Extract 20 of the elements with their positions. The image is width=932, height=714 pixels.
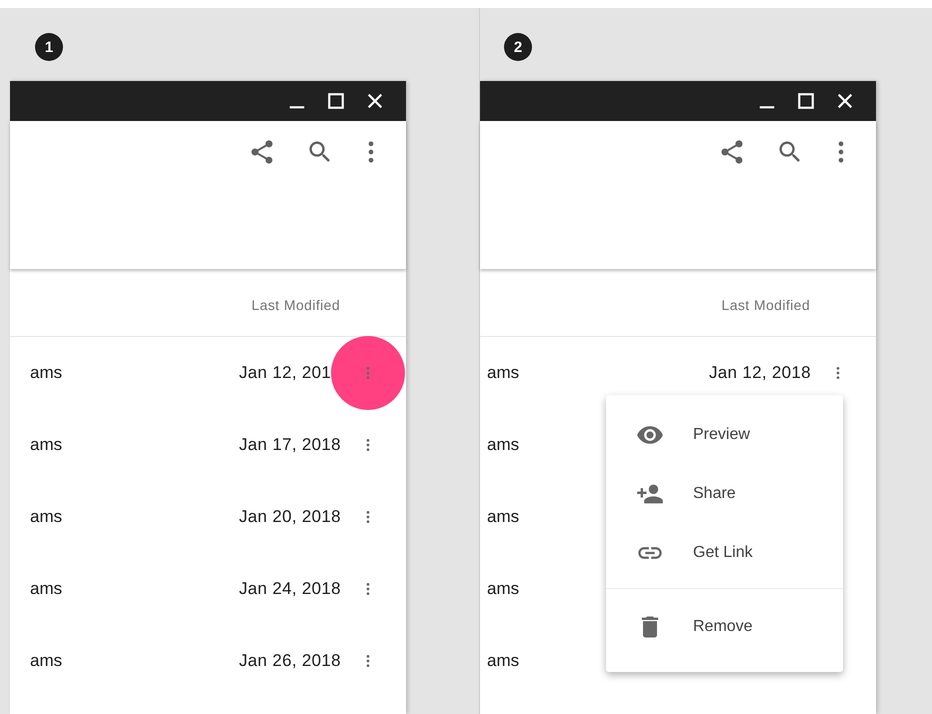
table-cell: ams (487, 579, 520, 599)
column-header: Last Modified (252, 296, 340, 312)
table-cell: ams (30, 435, 62, 455)
table-cell: ams (487, 507, 520, 527)
step-badge: 2 (504, 33, 532, 61)
table-cell: Jan 20, 2018 (239, 507, 341, 527)
table-cell: ams (487, 363, 520, 383)
table-cell: Jan 26, 2018 (239, 651, 341, 671)
column-header: Last Modified (722, 296, 810, 312)
table-cell: ams (30, 579, 62, 599)
step-badge: 1 (35, 33, 63, 61)
table-cell: Jan 12, 201 (239, 363, 332, 383)
table-cell: ams (30, 651, 62, 671)
table-cell: ams (487, 435, 520, 455)
table-cell: Jan 24, 2018 (239, 579, 341, 599)
table-cell: ams (30, 507, 62, 527)
table-cell: ams (30, 363, 62, 383)
table-cell: Jan 17, 2018 (239, 435, 341, 455)
table-cell: Jan 12, 2018 (709, 363, 811, 383)
table-cell: ams (487, 651, 520, 671)
